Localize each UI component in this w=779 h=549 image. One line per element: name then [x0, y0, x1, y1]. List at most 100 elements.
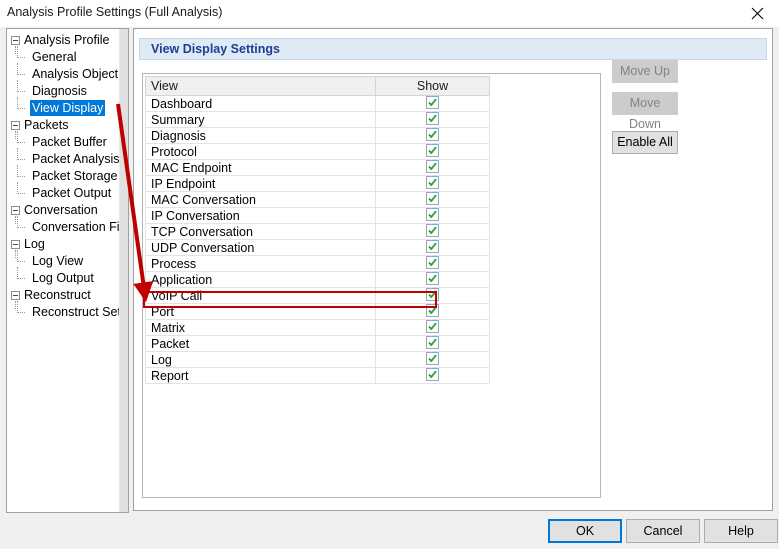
sidebar-item-packet-analysis[interactable]: Packet Analysis: [30, 151, 122, 168]
show-checkbox-cell[interactable]: [375, 111, 490, 128]
checkbox-checked-icon[interactable]: [426, 368, 439, 381]
show-checkbox-cell[interactable]: [375, 287, 490, 304]
sidebar-item-packet-buffer[interactable]: Packet Buffer: [30, 134, 109, 151]
sidebar-item-label: Packets: [24, 118, 69, 132]
tree-collapse-icon[interactable]: [11, 121, 20, 130]
sidebar-item-log-output[interactable]: Log Output: [30, 270, 96, 287]
sidebar-item-reconstruct-settings[interactable]: Reconstruct Settings: [30, 304, 128, 321]
table-row[interactable]: Port: [145, 303, 490, 320]
enable-all-button[interactable]: Enable All: [612, 131, 678, 154]
tree-elbow-icon: [17, 182, 25, 194]
table-row[interactable]: IP Endpoint: [145, 175, 490, 192]
show-checkbox-cell[interactable]: [375, 271, 490, 288]
tree-scrollbar[interactable]: [119, 29, 128, 512]
sidebar-item-view-display[interactable]: View Display: [30, 100, 106, 117]
close-button[interactable]: [735, 0, 779, 26]
move-up-button[interactable]: Move Up: [612, 60, 678, 83]
sidebar-item-packets[interactable]: Packets: [22, 117, 70, 134]
table-row[interactable]: Summary: [145, 111, 490, 128]
show-checkbox-cell[interactable]: [375, 319, 490, 336]
help-button[interactable]: Help: [704, 519, 778, 543]
view-name-cell: Process: [145, 255, 376, 272]
column-header-view[interactable]: View: [145, 76, 376, 96]
cancel-button[interactable]: Cancel: [626, 519, 700, 543]
sidebar-item-conversation-filter[interactable]: Conversation Filter: [30, 219, 128, 236]
show-checkbox-cell[interactable]: [375, 191, 490, 208]
table-row[interactable]: Protocol: [145, 143, 490, 160]
checkbox-checked-icon[interactable]: [426, 144, 439, 157]
sidebar-item-analysis-profile[interactable]: Analysis Profile: [22, 32, 111, 49]
checkbox-checked-icon[interactable]: [426, 208, 439, 221]
sidebar-item-label: Diagnosis: [32, 84, 87, 98]
ok-button[interactable]: OK: [548, 519, 622, 543]
table-row[interactable]: Dashboard: [145, 95, 490, 112]
show-checkbox-cell[interactable]: [375, 223, 490, 240]
table-row[interactable]: Report: [145, 367, 490, 384]
show-checkbox-cell[interactable]: [375, 335, 490, 352]
sidebar-item-label: General: [32, 50, 77, 64]
checkbox-checked-icon[interactable]: [426, 272, 439, 285]
table-row[interactable]: Matrix: [145, 319, 490, 336]
sidebar-item-general[interactable]: General: [30, 49, 78, 66]
checkbox-checked-icon[interactable]: [426, 352, 439, 365]
show-checkbox-cell[interactable]: [375, 127, 490, 144]
show-checkbox-cell[interactable]: [375, 255, 490, 272]
checkbox-checked-icon[interactable]: [426, 112, 439, 125]
table-row[interactable]: TCP Conversation: [145, 223, 490, 240]
show-checkbox-cell[interactable]: [375, 143, 490, 160]
view-name-cell: TCP Conversation: [145, 223, 376, 240]
table-row[interactable]: Application: [145, 271, 490, 288]
show-checkbox-cell[interactable]: [375, 175, 490, 192]
table-row[interactable]: Process: [145, 255, 490, 272]
show-checkbox-cell[interactable]: [375, 159, 490, 176]
view-name-cell: MAC Conversation: [145, 191, 376, 208]
sidebar-item-analysis-object[interactable]: Analysis Object: [30, 66, 120, 83]
sidebar-item-packet-output[interactable]: Packet Output: [30, 185, 113, 202]
checkbox-checked-icon[interactable]: [426, 320, 439, 333]
checkbox-checked-icon[interactable]: [426, 128, 439, 141]
table-row[interactable]: IP Conversation: [145, 207, 490, 224]
checkbox-checked-icon[interactable]: [426, 224, 439, 237]
checkbox-checked-icon[interactable]: [426, 176, 439, 189]
table-row[interactable]: Log: [145, 351, 490, 368]
checkbox-checked-icon[interactable]: [426, 192, 439, 205]
show-checkbox-cell[interactable]: [375, 239, 490, 256]
checkbox-checked-icon[interactable]: [426, 336, 439, 349]
show-checkbox-cell[interactable]: [375, 367, 490, 384]
table-row[interactable]: VoIP Call: [145, 287, 490, 304]
sidebar-item-packet-storage[interactable]: Packet Storage: [30, 168, 119, 185]
show-checkbox-cell[interactable]: [375, 351, 490, 368]
tree-collapse-icon[interactable]: [11, 291, 20, 300]
checkbox-checked-icon[interactable]: [426, 304, 439, 317]
tree-collapse-icon[interactable]: [11, 36, 20, 45]
checkbox-checked-icon[interactable]: [426, 288, 439, 301]
sidebar-item-diagnosis[interactable]: Diagnosis: [30, 83, 89, 100]
move-down-button[interactable]: Move Down: [612, 92, 678, 131]
sidebar-item-label: Conversation: [24, 203, 98, 217]
settings-navigation-tree[interactable]: Analysis Profile General Analysis Object Di…: [6, 28, 129, 513]
checkbox-checked-icon[interactable]: [426, 160, 439, 173]
checkbox-checked-icon[interactable]: [426, 96, 439, 109]
show-checkbox-cell[interactable]: [375, 95, 490, 112]
section-title: View Display Settings: [151, 42, 280, 56]
checkbox-checked-icon[interactable]: [426, 256, 439, 269]
sidebar-item-conversation[interactable]: Conversation: [22, 202, 100, 219]
column-header-show[interactable]: Show: [375, 76, 490, 96]
tree-collapse-icon[interactable]: [11, 206, 20, 215]
table-row[interactable]: MAC Conversation: [145, 191, 490, 208]
show-checkbox-cell[interactable]: [375, 207, 490, 224]
show-checkbox-cell[interactable]: [375, 303, 490, 320]
tree-collapse-icon[interactable]: [11, 240, 20, 249]
view-display-table[interactable]: View Show Dashboard Summary Diagnosis Proto…: [145, 76, 490, 384]
table-row[interactable]: UDP Conversation: [145, 239, 490, 256]
sidebar-item-log-view[interactable]: Log View: [30, 253, 85, 270]
sidebar-item-reconstruct[interactable]: Reconstruct: [22, 287, 93, 304]
sidebar-item-log[interactable]: Log: [22, 236, 47, 253]
sidebar-item-label: Packet Output: [32, 186, 112, 200]
tree-elbow-icon: [17, 148, 25, 160]
table-row[interactable]: Diagnosis: [145, 127, 490, 144]
table-row[interactable]: MAC Endpoint: [145, 159, 490, 176]
tree-scrollbar-thumb[interactable]: [120, 29, 128, 512]
checkbox-checked-icon[interactable]: [426, 240, 439, 253]
table-row[interactable]: Packet: [145, 335, 490, 352]
